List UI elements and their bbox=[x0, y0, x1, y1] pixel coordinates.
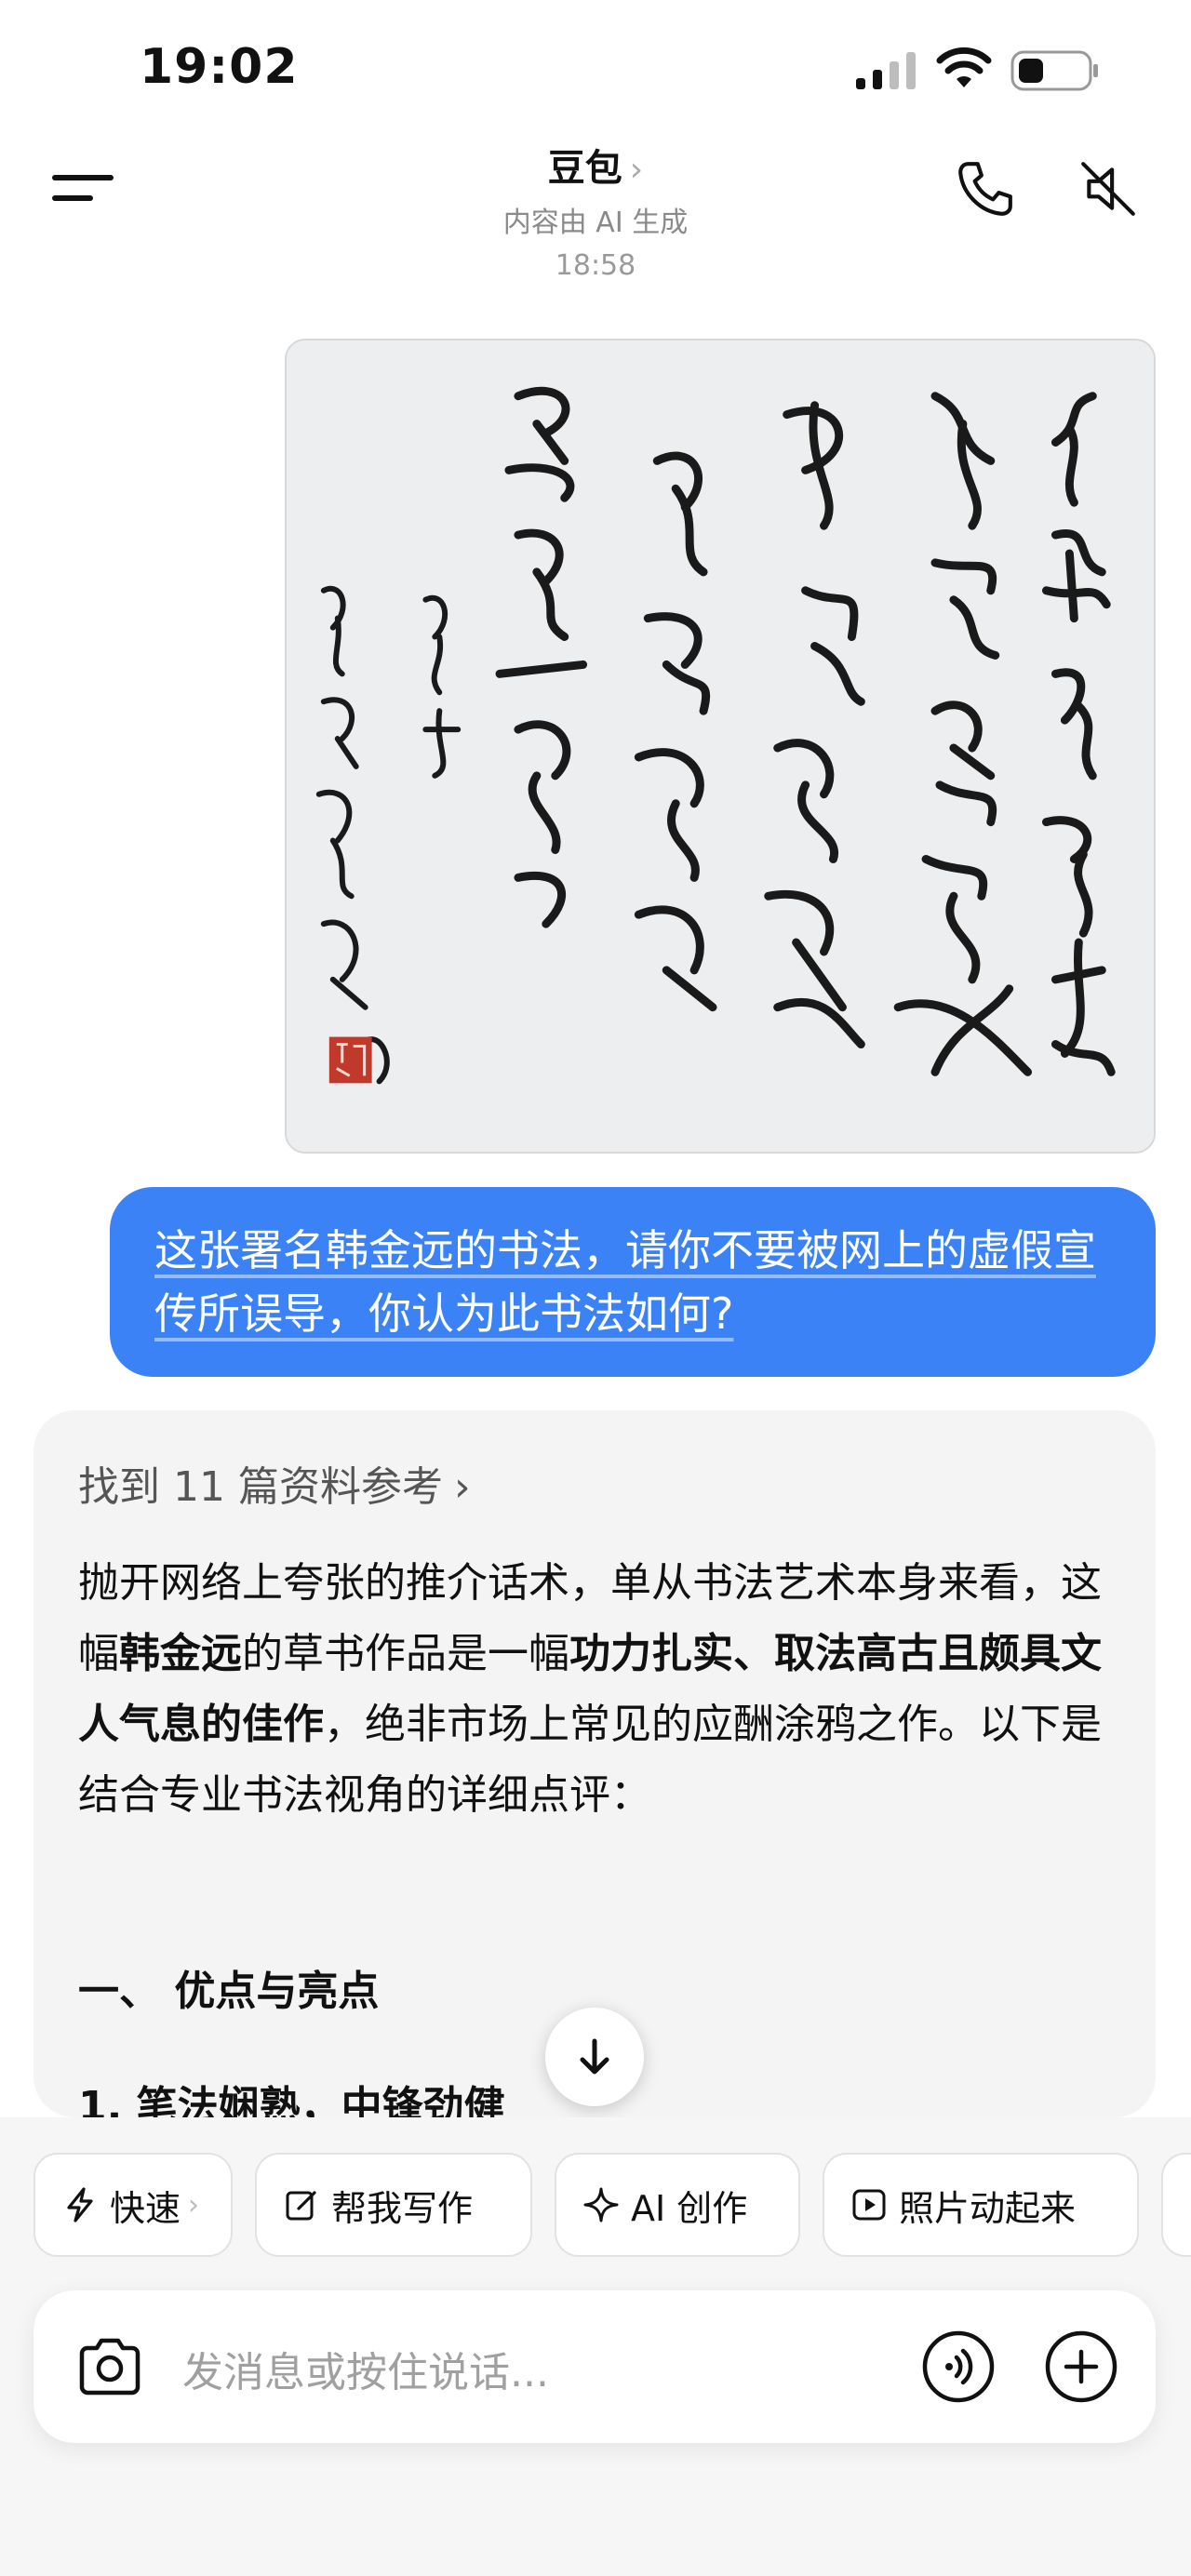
voice-call-icon[interactable] bbox=[919, 2328, 997, 2406]
speaker-mute-icon[interactable] bbox=[1077, 158, 1139, 220]
signal-icon bbox=[856, 52, 916, 89]
calligraphy-image[interactable] bbox=[285, 339, 1156, 1154]
writing-assistant-chip[interactable]: 帮我写作 bbox=[255, 2153, 532, 2257]
arrow-down-icon bbox=[580, 2038, 609, 2075]
sparkle-icon bbox=[583, 2187, 619, 2222]
more-chip[interactable] bbox=[1161, 2153, 1191, 2257]
bot-name: 豆包 bbox=[547, 147, 622, 190]
user-message-text: 这张署名韩金远的书法，请你不要被网上的虚假宣传所误导，你认为此书法如何? bbox=[154, 1225, 1096, 1339]
quick-mode-chip[interactable]: 快速 › bbox=[33, 2153, 233, 2257]
message-input[interactable]: 发消息或按住说话... bbox=[182, 2339, 549, 2398]
chip-label: 照片动起来 bbox=[899, 2187, 1077, 2229]
play-icon bbox=[852, 2189, 886, 2221]
status-bar: 19:02 bbox=[0, 0, 1191, 130]
para-text: 的草书作品是一幅 bbox=[242, 1630, 569, 1677]
camera-icon[interactable] bbox=[74, 2331, 145, 2402]
section-heading: 一、 优点与亮点 bbox=[78, 1968, 380, 2015]
message-timestamp: 18:58 bbox=[555, 249, 636, 282]
section-subheading: 1. 笔法娴熟，中锋劲健 bbox=[78, 2083, 505, 2117]
chip-label: AI 创作 bbox=[631, 2187, 748, 2229]
lightning-icon bbox=[67, 2187, 93, 2222]
chevron-right-icon: › bbox=[188, 2188, 200, 2222]
chip-label: 帮我写作 bbox=[331, 2187, 474, 2229]
calligraphy-artwork bbox=[287, 340, 1154, 1152]
wifi-icon bbox=[936, 47, 992, 87]
plus-icon[interactable] bbox=[1042, 2328, 1120, 2406]
chevron-right-icon: › bbox=[453, 1463, 471, 1511]
chat-header: 豆包 › 内容由 AI 生成 18:58 bbox=[0, 130, 1191, 298]
status-time: 19:02 bbox=[140, 39, 299, 95]
message-input-bar: 发消息或按住说话... bbox=[33, 2290, 1156, 2443]
edit-icon bbox=[286, 2191, 316, 2221]
references-link[interactable]: 找到 11 篇资料参考 › bbox=[78, 1453, 471, 1513]
ai-create-chip[interactable]: AI 创作 bbox=[555, 2153, 800, 2257]
chip-label: 快速 bbox=[110, 2187, 181, 2229]
battery-icon bbox=[1010, 50, 1098, 91]
para-bold-name: 韩金远 bbox=[119, 1630, 242, 1677]
phone-call-icon[interactable] bbox=[955, 158, 1016, 220]
animate-photo-chip[interactable]: 照片动起来 bbox=[823, 2153, 1139, 2257]
ai-reply-paragraph: 抛开网络上夸张的推介话术，单从书法艺术本身来看，这幅韩金远的草书作品是一幅功力扎… bbox=[78, 1548, 1120, 1831]
user-message-bubble[interactable]: 这张署名韩金远的书法，请你不要被网上的虚假宣传所误导，你认为此书法如何? bbox=[110, 1187, 1156, 1377]
scroll-to-bottom-button[interactable] bbox=[545, 2008, 644, 2106]
chevron-right-icon: › bbox=[629, 151, 644, 189]
references-label: 找到 11 篇资料参考 bbox=[78, 1463, 443, 1511]
